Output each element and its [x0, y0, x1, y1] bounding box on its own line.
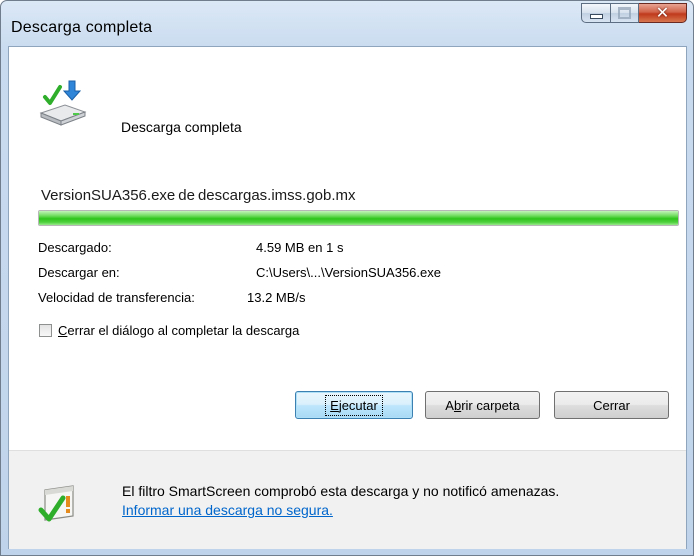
close-on-complete-accel: C: [58, 323, 68, 338]
download-complete-icon: [39, 80, 87, 126]
title-bar[interactable]: Descarga completa ✕: [1, 1, 693, 45]
downloaded-row: Descargado: 4.59 MB en 1 s: [38, 240, 343, 255]
run-button-label: Ejecutar: [325, 394, 383, 416]
run-button[interactable]: Ejecutar: [295, 391, 413, 419]
downloaded-value: 4.59 MB en 1 s: [256, 240, 344, 255]
window-title: Descarga completa: [11, 19, 153, 36]
download-progress-fill: [39, 211, 678, 225]
transfer-speed-row: Velocidad de transferencia: 13.2 MB/s: [38, 290, 306, 305]
downloaded-label: Descargado:: [38, 240, 112, 255]
run-text: jecutar: [338, 397, 378, 413]
save-location-value: C:\Users\...\VersionSUA356.exe: [256, 265, 441, 280]
dialog-content: Descarga completa VersionSUA356.exe de des…: [8, 46, 687, 549]
file-source-domain: descargas.imss.gob.mx: [197, 187, 356, 204]
save-location-label: Descargar en:: [38, 265, 120, 280]
open-folder-pre: A: [445, 397, 454, 413]
download-heading: Descarga completa: [121, 119, 242, 135]
transfer-speed-label: Velocidad de transferencia:: [38, 290, 195, 305]
maximize-icon: [618, 7, 631, 19]
close-window-button[interactable]: ✕: [639, 3, 687, 23]
smartscreen-panel: El filtro SmartScreen comprobó esta desc…: [9, 450, 686, 549]
minimize-icon: [589, 14, 603, 19]
open-folder-button-label: Abrir carpeta: [441, 396, 523, 415]
open-folder-button[interactable]: Abrir carpeta: [425, 391, 540, 419]
save-location-row: Descargar en: C:\Users\...\VersionSUA356…: [38, 265, 441, 280]
dialog-window: Descarga completa ✕ Descarga completa Ve…: [0, 0, 694, 556]
file-name: VersionSUA356.exe: [41, 187, 176, 204]
run-accel: E: [330, 397, 339, 413]
caption-buttons: ✕: [581, 3, 687, 25]
smartscreen-icon: [38, 485, 74, 522]
close-button[interactable]: Cerrar: [554, 391, 669, 419]
close-on-complete-option[interactable]: Cerrar el diálogo al completar la descar…: [39, 323, 299, 338]
transfer-speed-value: 13.2 MB/s: [247, 290, 306, 305]
file-source-separator: de: [178, 187, 195, 204]
close-icon: ✕: [655, 3, 670, 22]
close-button-label: Cerrar: [593, 397, 630, 413]
minimize-button[interactable]: [581, 3, 611, 23]
maximize-button[interactable]: [611, 3, 639, 23]
close-on-complete-checkbox[interactable]: [39, 324, 52, 337]
close-on-complete-text: errar el diálogo al completar la descarg…: [67, 323, 300, 338]
close-on-complete-label: Cerrar el diálogo al completar la descar…: [58, 323, 299, 338]
file-source-line: VersionSUA356.exe de descargas.imss.gob.mx: [41, 187, 356, 204]
download-details-panel: Descarga completa VersionSUA356.exe de des…: [9, 47, 686, 450]
open-folder-text: rir carpeta: [461, 397, 520, 413]
smartscreen-message: El filtro SmartScreen comprobó esta desc…: [122, 483, 560, 499]
download-progress-bar: [38, 210, 679, 226]
report-unsafe-download-link[interactable]: Informar una descarga no segura.: [122, 502, 333, 518]
